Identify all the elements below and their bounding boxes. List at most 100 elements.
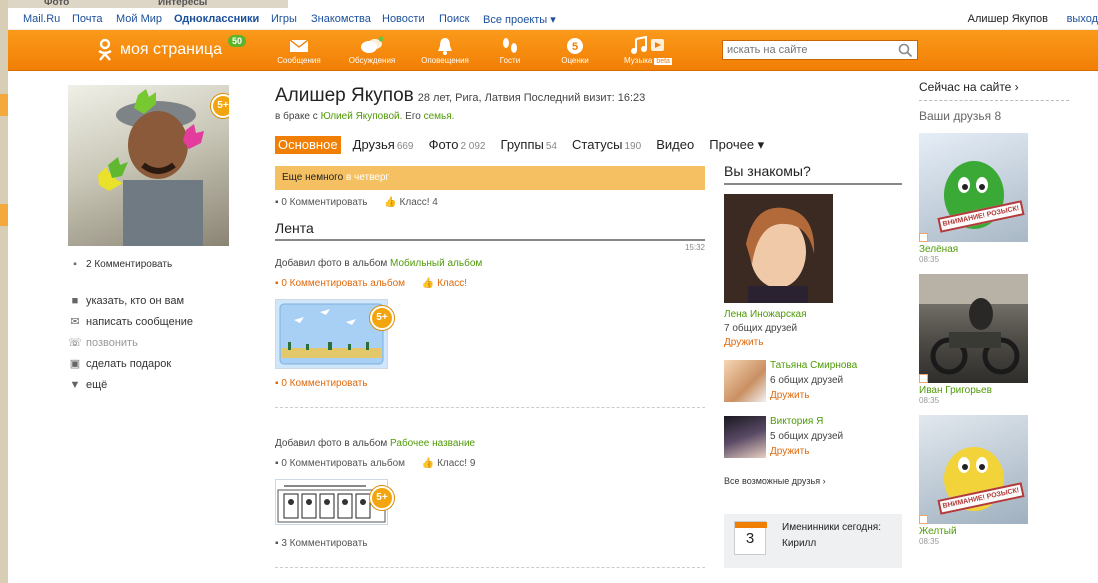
all-possible-friends-link[interactable]: Все возможные друзья › — [724, 476, 902, 486]
mutual-friends[interactable]: 6 общих друзей — [770, 375, 843, 386]
married-prefix: в браке с — [275, 111, 318, 122]
like-label: Класс! 9 — [437, 458, 476, 469]
search-icon[interactable] — [898, 43, 913, 58]
menu-label: указать, кто он вам — [86, 295, 185, 307]
nav-music[interactable]: Музыка beta — [616, 36, 680, 65]
status-comment-link[interactable]: ▪ 0 Комментировать — [275, 197, 368, 208]
portal-link-my-world[interactable]: Мой Мир — [116, 13, 162, 25]
online-friend-photo[interactable]: m ВНИМАНИЕ! РОЗЫСК! — [919, 415, 1028, 524]
portal-link-news[interactable]: Новости — [382, 13, 425, 25]
nav-discussions[interactable]: Обсуждения — [344, 36, 400, 65]
suggested-friend-name[interactable]: Виктория Я — [770, 416, 823, 427]
online-friend-name[interactable]: Иван Григорьев — [919, 385, 992, 396]
album-comment-link[interactable]: ▪ 0 Комментировать альбом — [275, 458, 405, 469]
search-input[interactable] — [723, 41, 893, 59]
feed-item-actions: ▪ 0 Комментировать альбом 👍 Класс! 9 — [275, 455, 705, 473]
mutual-friends[interactable]: 7 общих друзей — [724, 323, 902, 334]
portal-link-games[interactable]: Игры — [271, 13, 297, 25]
album-like-link[interactable]: 👍 Класс! — [422, 278, 467, 289]
like-label: Класс! 4 — [399, 197, 438, 208]
status-bar[interactable]: Еще немного в четверг — [275, 166, 705, 190]
photo-comment-link[interactable]: ▪ 0 Комментировать — [275, 378, 368, 389]
portal-link-mail[interactable]: Почта — [72, 13, 103, 25]
thumbs-up-icon: 👍 — [421, 278, 435, 289]
mutual-friends[interactable]: 5 общих друзей — [770, 431, 843, 442]
friends-count: 8 — [994, 109, 1002, 123]
feed-photo-thumbnail[interactable]: 5+ — [275, 479, 394, 525]
portal-link-odnoklassniki[interactable]: Одноклассники — [174, 13, 259, 25]
suggested-friend-photo[interactable] — [724, 194, 833, 303]
comment-label: 0 Комментировать альбом — [281, 278, 406, 289]
tab-main[interactable]: Основное — [275, 136, 341, 154]
tab-label: Прочее ▾ — [709, 137, 765, 152]
suggested-friend-name[interactable]: Татьяна Смирнова — [770, 360, 857, 371]
nav-label: Обсуждения — [348, 56, 396, 65]
album-link[interactable]: Рабочее название — [390, 438, 475, 449]
nav-messages[interactable]: Сообщения — [271, 36, 327, 65]
phone-icon: ☏ — [68, 337, 82, 349]
album-like-link[interactable]: 👍 Класс! 9 — [422, 458, 476, 469]
tab-friends[interactable]: Друзья 669 — [350, 136, 417, 154]
online-indicator — [919, 515, 928, 524]
album-comment-link[interactable]: ▪ 0 Комментировать альбом — [275, 278, 405, 289]
comment-icon: ▪ — [275, 278, 279, 289]
portal-bar: Mail.Ru Почта Мой Мир Одноклассники Игры… — [8, 8, 1098, 30]
avatar-comment-link[interactable]: ▪ 2 Комментировать — [68, 256, 248, 274]
tab-statuses[interactable]: Статусы 190 — [569, 136, 644, 154]
menu-make-gift[interactable]: ▣ сделать подарок — [68, 355, 248, 373]
tab-photos[interactable]: Фото 2 092 — [426, 136, 489, 154]
suggested-friend-name[interactable]: Лена Иножарская — [724, 309, 807, 320]
spouse-link[interactable]: Юлией Якуповой. — [321, 111, 403, 122]
photo-comment-link[interactable]: ▪ 3 Комментировать — [275, 538, 368, 549]
menu-write-message[interactable]: ✉ написать сообщение — [68, 313, 248, 331]
album-link[interactable]: Мобильный альбом — [390, 258, 482, 269]
photo-actions: ▪ 0 Комментировать — [275, 375, 705, 393]
speech-bubbles-icon — [361, 36, 384, 53]
suggested-friend-photo[interactable] — [724, 416, 766, 458]
online-friend-photo[interactable] — [919, 274, 1028, 383]
nav-label: Сообщения — [277, 56, 321, 65]
online-friend-name[interactable]: Желтый — [919, 526, 957, 537]
menu-specify-relation[interactable]: ■ указать, кто он вам — [68, 292, 248, 310]
menu-call[interactable]: ☏ позвонить — [68, 334, 248, 352]
birthday-widget[interactable]: 3 Именинники сегодня: Кирилл — [724, 514, 902, 568]
portal-link-search[interactable]: Поиск — [439, 13, 469, 25]
background-window-strip: Фото Интересы — [8, 0, 288, 8]
birthday-name[interactable]: Кирилл — [782, 538, 816, 549]
online-indicator — [919, 233, 928, 242]
portal-link-dating[interactable]: Знакомства — [311, 13, 371, 25]
add-friend-link[interactable]: Дружить — [724, 337, 902, 348]
marital-status: в браке с Юлией Якуповой. Его семья. — [275, 111, 705, 122]
nav-guests[interactable]: Гости — [482, 36, 538, 65]
profile-main: Алишер Якупов 28 лет, Рига, Латвия Послед… — [275, 85, 764, 568]
menu-more[interactable]: ▼ ещё — [68, 376, 248, 394]
envelope-icon: ✉ — [70, 316, 80, 328]
his-label: Его — [405, 111, 421, 122]
add-friend-link[interactable]: Дружить — [770, 446, 809, 457]
suggested-friend-photo[interactable] — [724, 360, 766, 402]
your-friends-header: Ваши друзья 8 — [919, 109, 1069, 123]
feed-photo-thumbnail[interactable]: 5+ — [275, 299, 394, 369]
logout-link[interactable]: выход — [1067, 13, 1098, 25]
tab-more[interactable]: Прочее ▾ — [706, 136, 767, 154]
online-friend-name[interactable]: Зелёная — [919, 244, 958, 255]
tab-video[interactable]: Видео — [653, 136, 697, 154]
nav-ratings[interactable]: 5 Оценки — [547, 36, 603, 65]
online-friend-time: 08:35 — [919, 396, 940, 405]
family-link[interactable]: семья. — [424, 111, 455, 122]
my-page-logo[interactable]: моя страница 50 — [96, 35, 247, 62]
thumbs-up-icon: 👍 — [421, 458, 435, 469]
online-now-link[interactable]: Сейчас на сайте › — [919, 80, 1069, 101]
status-like-link[interactable]: 👍 Класс! 4 — [384, 197, 438, 208]
profile-avatar[interactable]: 5+ — [68, 85, 229, 246]
tab-count: 190 — [624, 141, 642, 152]
portal-link-all-projects[interactable]: Все проекты ▾ — [483, 13, 556, 26]
profile-tabs: Основное Друзья 669 Фото 2 092 Группы 54 Ст… — [275, 136, 764, 156]
portal-link-mailru[interactable]: Mail.Ru — [23, 13, 60, 25]
tab-groups[interactable]: Группы 54 — [498, 136, 560, 154]
thumbnail-image — [279, 303, 384, 365]
portal-user-name[interactable]: Алишер Якупов — [968, 13, 1048, 25]
online-friend-photo[interactable]: m ВНИМАНИЕ! РОЗЫСК! — [919, 133, 1028, 242]
nav-notifications[interactable]: Оповещения — [417, 36, 473, 65]
add-friend-link[interactable]: Дружить — [770, 390, 809, 401]
